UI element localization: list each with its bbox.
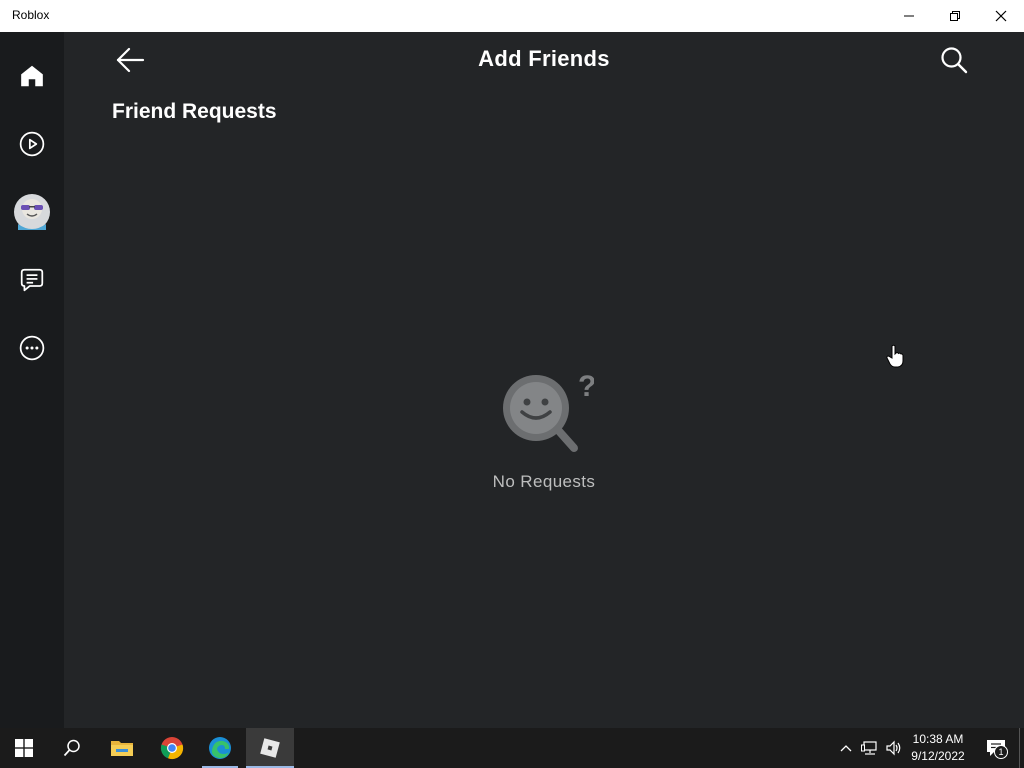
taskbar-edge[interactable] bbox=[196, 728, 244, 768]
folder-icon bbox=[111, 741, 133, 756]
taskbar-search-button[interactable] bbox=[48, 728, 96, 768]
clock-date: 9/12/2022 bbox=[911, 749, 965, 763]
speaker-icon bbox=[886, 740, 901, 756]
svg-text:?: ? bbox=[578, 370, 594, 403]
tray-volume[interactable] bbox=[884, 738, 904, 758]
chat-icon bbox=[20, 268, 44, 292]
chrome-icon bbox=[160, 737, 184, 760]
search-icon bbox=[941, 47, 968, 74]
window-title: Roblox bbox=[12, 8, 50, 22]
restore-icon bbox=[950, 11, 960, 21]
start-button[interactable] bbox=[0, 728, 48, 768]
roblox-icon bbox=[260, 738, 280, 758]
chevron-up-icon bbox=[840, 745, 852, 752]
windows-icon bbox=[15, 739, 33, 757]
section-title: Friend Requests bbox=[112, 100, 277, 123]
show-desktop-button[interactable] bbox=[1019, 728, 1024, 768]
clock-time: 10:38 AM bbox=[912, 732, 964, 746]
empty-state: ? No Requests bbox=[444, 368, 644, 498]
smiley-magnifier-icon: ? bbox=[503, 370, 594, 452]
play-circle-icon bbox=[19, 131, 45, 157]
avatar-icon bbox=[14, 194, 50, 230]
more-icon bbox=[19, 335, 45, 361]
taskbar-chrome[interactable] bbox=[148, 728, 196, 768]
tray-chevron-up[interactable] bbox=[836, 738, 856, 758]
sidebar-item-home[interactable] bbox=[12, 56, 52, 96]
taskbar-clock[interactable]: 10:38 AM 9/12/2022 bbox=[902, 731, 974, 765]
search-button[interactable] bbox=[940, 44, 968, 76]
hand-cursor-icon bbox=[886, 344, 904, 368]
tray-network[interactable] bbox=[860, 738, 880, 758]
window-titlebar: Roblox bbox=[0, 0, 1024, 32]
sidebar-item-discover[interactable] bbox=[12, 124, 52, 164]
search-icon bbox=[63, 739, 80, 757]
notification-center-button[interactable]: 1 bbox=[978, 728, 1014, 768]
edge-icon bbox=[209, 737, 231, 759]
sidebar bbox=[0, 32, 64, 728]
sidebar-item-chat[interactable] bbox=[12, 260, 52, 300]
network-icon bbox=[861, 741, 877, 755]
taskbar-file-explorer[interactable] bbox=[98, 728, 146, 768]
minimize-button[interactable] bbox=[886, 0, 932, 32]
minimize-icon bbox=[904, 15, 914, 17]
close-button[interactable] bbox=[978, 0, 1024, 32]
notification-badge: 1 bbox=[994, 745, 1008, 759]
close-icon bbox=[995, 10, 1007, 22]
taskbar: 10:38 AM 9/12/2022 1 bbox=[0, 728, 1024, 768]
empty-state-text: No Requests bbox=[492, 472, 596, 491]
restore-button[interactable] bbox=[932, 0, 978, 32]
main-content: Add Friends Friend Requests ? No Request… bbox=[64, 32, 1024, 728]
sidebar-item-avatar[interactable] bbox=[12, 192, 52, 232]
sidebar-item-more[interactable] bbox=[12, 328, 52, 368]
taskbar-roblox[interactable] bbox=[246, 728, 294, 768]
page-title: Add Friends bbox=[478, 46, 610, 71]
home-icon bbox=[21, 65, 43, 87]
